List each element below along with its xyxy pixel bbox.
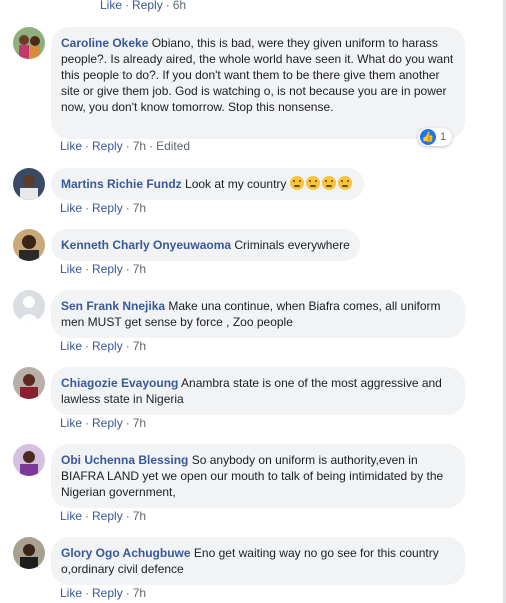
comment-actions: Like · Reply · 7h [60,201,147,215]
avatar[interactable] [13,444,45,476]
comment-bubble: Sen Frank Nnejika Make una continue, whe… [51,290,465,338]
comment-bubble: Caroline Okeke Obiano, this is bad, were… [51,27,465,139]
reply-button[interactable]: Reply [92,509,123,523]
avatar[interactable] [13,229,45,261]
reply-button[interactable]: Reply [92,416,123,430]
comment-bubble: Glory Ogo Achugbuwe Eno get waiting way … [51,537,465,585]
reply-button[interactable]: Reply [92,201,123,215]
comment-actions: Like · Reply · 7h · Edited [60,139,191,153]
thinking-emoji-icon [289,176,304,190]
like-button[interactable]: Like [60,201,82,215]
reaction-count: 1 [440,131,447,143]
timestamp: 6h [172,0,187,12]
edited-label[interactable]: Edited [156,139,190,153]
like-button[interactable]: Like [60,139,82,153]
thinking-emoji-icon [305,176,320,190]
like-button[interactable]: Like [100,0,122,12]
timestamp[interactable]: 7h [133,339,146,353]
comment-bubble: Martins Richie Fundz Look at my country [51,168,364,200]
reply-button[interactable]: Reply [132,0,163,12]
comment-text: Look at my country [185,177,287,191]
avatar[interactable] [13,290,45,322]
thumbs-up-icon: 👍 [420,129,436,145]
previous-comment-actions: Like · Reply · 6h [100,0,187,12]
comment-actions: Like · Reply · 7h [60,416,147,430]
timestamp[interactable]: 7h [133,262,146,276]
reply-button[interactable]: Reply [92,262,123,276]
comment-actions: Like · Reply · 7h [60,339,147,353]
thinking-emoji-icon [337,176,352,190]
avatar[interactable] [13,168,45,200]
like-button[interactable]: Like [60,339,82,353]
reply-button[interactable]: Reply [92,339,123,353]
commenter-name[interactable]: Obi Uchenna Blessing [61,453,188,467]
avatar[interactable] [13,27,45,59]
like-button[interactable]: Like [60,509,82,523]
timestamp[interactable]: 7h [133,416,146,430]
like-button[interactable]: Like [60,416,82,430]
comment-actions: Like · Reply · 7h [60,509,147,523]
commenter-name[interactable]: Chiagozie Evayoung [61,376,178,390]
timestamp[interactable]: 7h [133,201,146,215]
reaction-badge[interactable]: 👍 1 [418,128,453,146]
commenter-name[interactable]: Glory Ogo Achugbuwe [61,546,191,560]
comment-bubble: Kenneth Charly Onyeuwaoma Criminals ever… [51,229,360,261]
timestamp[interactable]: 7h [133,139,146,153]
commenter-name[interactable]: Sen Frank Nnejika [61,299,165,313]
like-button[interactable]: Like [60,262,82,276]
comment-text: Criminals everywhere [234,238,350,252]
reply-button[interactable]: Reply [92,586,123,600]
timestamp[interactable]: 7h [133,509,146,523]
comment-actions: Like · Reply · 7h [60,262,147,276]
comment-bubble: Chiagozie Evayoung Anambra state is one … [51,367,465,415]
thinking-emoji-icon [321,176,336,190]
timestamp[interactable]: 7h [133,586,146,600]
commenter-name[interactable]: Kenneth Charly Onyeuwaoma [61,238,231,252]
commenter-name[interactable]: Martins Richie Fundz [61,177,182,191]
reply-button[interactable]: Reply [92,139,123,153]
avatar[interactable] [13,367,45,399]
avatar[interactable] [13,537,45,569]
like-button[interactable]: Like [60,586,82,600]
comment-actions: Like · Reply · 7h [60,586,147,600]
commenter-name[interactable]: Caroline Okeke [61,36,148,50]
comment-bubble: Obi Uchenna Blessing So anybody on unifo… [51,444,465,508]
